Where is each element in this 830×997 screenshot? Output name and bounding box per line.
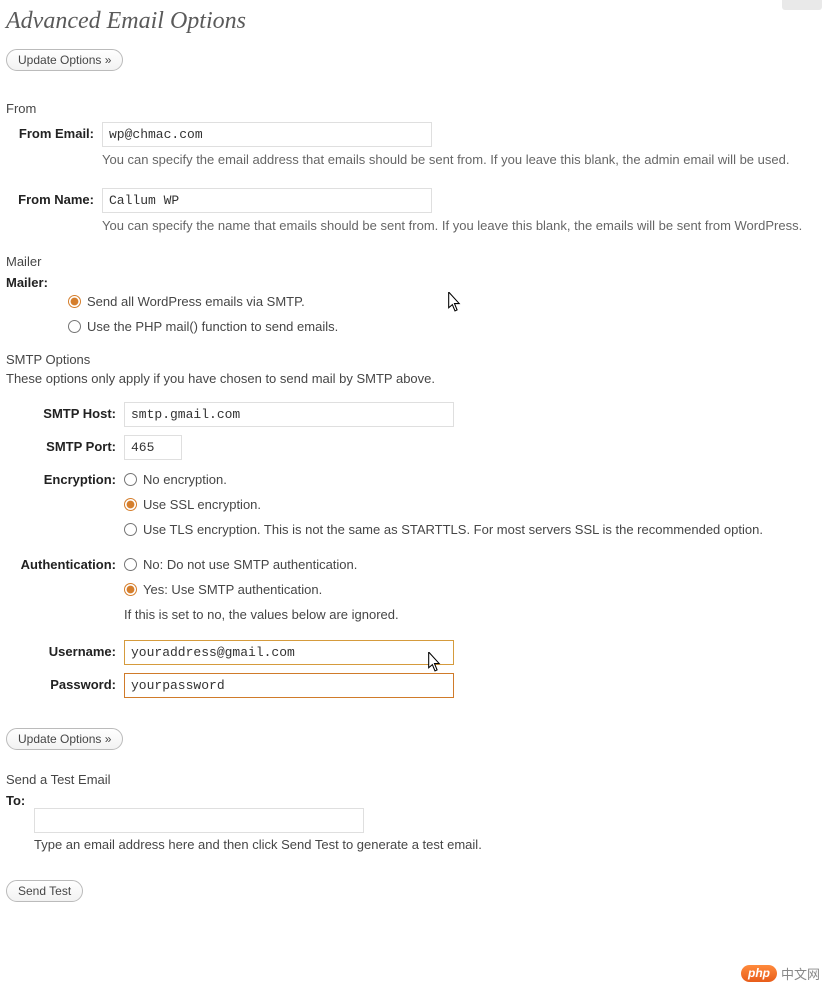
encryption-none-radio[interactable]	[124, 473, 137, 486]
from-email-input[interactable]	[102, 122, 432, 147]
smtp-description: These options only apply if you have cho…	[6, 371, 824, 386]
test-description: Type an email address here and then clic…	[34, 837, 824, 852]
screen-options-tab-collapsed[interactable]	[782, 0, 822, 10]
password-label: Password:	[6, 671, 124, 692]
authentication-label: Authentication:	[6, 551, 124, 572]
auth-no-label: No: Do not use SMTP authentication.	[143, 557, 357, 572]
update-options-button-bottom[interactable]: Update Options »	[6, 728, 123, 750]
mailer-smtp-label: Send all WordPress emails via SMTP.	[87, 294, 305, 309]
watermark: php 中文网	[741, 964, 820, 983]
watermark-text: 中文网	[781, 964, 820, 983]
mailer-heading: Mailer	[6, 254, 824, 269]
encryption-tls-radio[interactable]	[124, 523, 137, 536]
mailer-php-label: Use the PHP mail() function to send emai…	[87, 319, 338, 334]
test-email-heading: Send a Test Email	[6, 772, 824, 787]
test-to-label: To:	[6, 793, 824, 808]
watermark-badge: php	[741, 965, 777, 982]
send-test-button[interactable]: Send Test	[6, 880, 83, 902]
encryption-ssl-label: Use SSL encryption.	[143, 497, 261, 512]
smtp-host-input[interactable]	[124, 402, 454, 427]
mailer-php-radio[interactable]	[68, 320, 81, 333]
update-options-button-top[interactable]: Update Options »	[6, 49, 123, 71]
encryption-tls-label: Use TLS encryption. This is not the same…	[143, 522, 763, 537]
smtp-heading: SMTP Options	[6, 352, 824, 367]
page-title: Advanced Email Options	[6, 0, 824, 49]
smtp-host-label: SMTP Host:	[6, 400, 124, 421]
password-input[interactable]	[124, 673, 454, 698]
username-input[interactable]	[124, 640, 454, 665]
from-email-description: You can specify the email address that e…	[102, 151, 822, 170]
auth-no-radio[interactable]	[124, 558, 137, 571]
mailer-label: Mailer:	[6, 273, 66, 290]
encryption-label: Encryption:	[6, 466, 124, 487]
mailer-smtp-radio[interactable]	[68, 295, 81, 308]
auth-note: If this is set to no, the values below a…	[124, 607, 824, 622]
auth-yes-radio[interactable]	[124, 583, 137, 596]
username-label: Username:	[6, 638, 124, 659]
smtp-port-input[interactable]	[124, 435, 182, 460]
from-name-label: From Name:	[6, 186, 102, 207]
from-email-label: From Email:	[6, 120, 102, 141]
from-name-description: You can specify the name that emails sho…	[102, 217, 822, 236]
encryption-ssl-radio[interactable]	[124, 498, 137, 511]
auth-yes-label: Yes: Use SMTP authentication.	[143, 582, 322, 597]
from-name-input[interactable]	[102, 188, 432, 213]
from-heading: From	[6, 101, 824, 116]
smtp-port-label: SMTP Port:	[6, 433, 124, 454]
test-to-input[interactable]	[34, 808, 364, 833]
encryption-none-label: No encryption.	[143, 472, 227, 487]
